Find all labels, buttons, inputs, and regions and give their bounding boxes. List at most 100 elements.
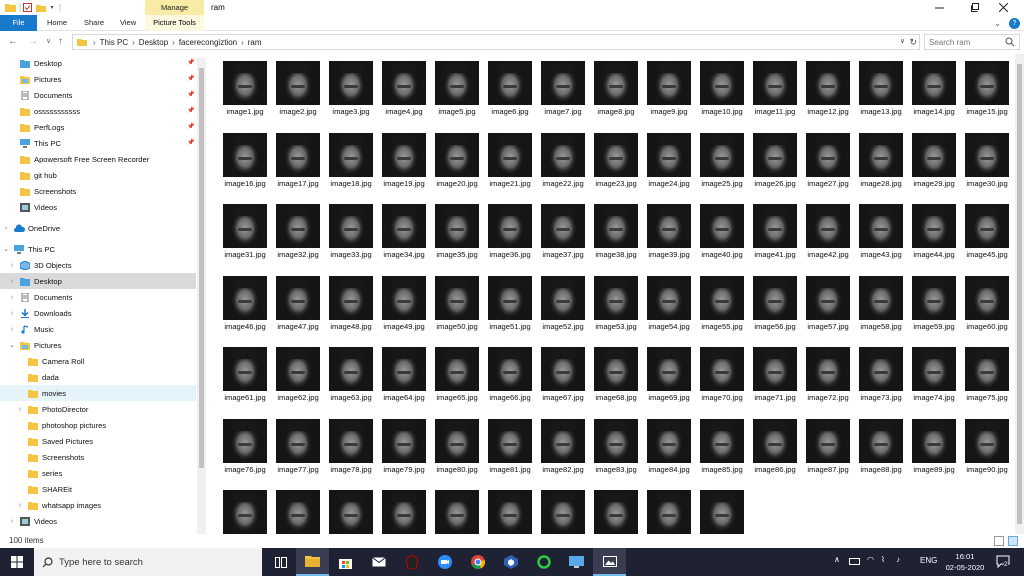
file-tile[interactable]: image22.jpg xyxy=(537,127,589,197)
file-tile[interactable]: image66.jpg xyxy=(484,341,536,411)
circle-app-icon[interactable] xyxy=(527,548,560,576)
manage-tab[interactable]: Manage xyxy=(145,0,204,15)
tab-picture-tools[interactable]: Picture Tools xyxy=(145,15,204,31)
file-tile[interactable]: image95.jpg xyxy=(431,484,483,534)
recent-locations-icon[interactable]: ∨ xyxy=(46,33,51,51)
file-tile[interactable]: image2.jpg xyxy=(272,55,324,125)
file-tile[interactable]: image99.jpg xyxy=(643,484,695,534)
file-tile[interactable]: image5.jpg xyxy=(431,55,483,125)
file-tile[interactable]: image92.jpg xyxy=(272,484,324,534)
file-tile[interactable]: image59.jpg xyxy=(908,270,960,340)
store-icon[interactable] xyxy=(329,548,362,576)
chevron-down-icon[interactable]: ⌄ xyxy=(8,341,16,349)
file-tile[interactable]: image70.jpg xyxy=(696,341,748,411)
file-tile[interactable]: image12.jpg xyxy=(802,55,854,125)
large-icons-view-icon[interactable] xyxy=(1008,536,1018,546)
nav-item-screenshots[interactable]: Screenshots xyxy=(0,449,196,465)
file-tile[interactable]: image35.jpg xyxy=(431,198,483,268)
nav-item-documents[interactable]: › Documents xyxy=(0,289,196,305)
file-tile[interactable]: image14.jpg xyxy=(908,55,960,125)
chevron-right-icon[interactable]: › xyxy=(8,294,16,301)
file-tile[interactable]: image13.jpg xyxy=(855,55,907,125)
file-tile[interactable]: image72.jpg xyxy=(802,341,854,411)
file-tile[interactable]: image91.jpg xyxy=(219,484,271,534)
file-tile[interactable]: image27.jpg xyxy=(802,127,854,197)
file-tile[interactable]: image42.jpg xyxy=(802,198,854,268)
file-tile[interactable]: image33.jpg xyxy=(325,198,377,268)
file-tile[interactable]: image16.jpg xyxy=(219,127,271,197)
nav-item-downloads[interactable]: › Downloads xyxy=(0,305,196,321)
breadcrumb-separator[interactable]: › xyxy=(93,38,96,47)
nav-item-photodirector[interactable]: › PhotoDirector xyxy=(0,401,196,417)
file-tile[interactable]: image68.jpg xyxy=(590,341,642,411)
file-tile[interactable]: image98.jpg xyxy=(590,484,642,534)
file-tile[interactable]: image46.jpg xyxy=(219,270,271,340)
chevron-right-icon[interactable]: › xyxy=(8,310,16,317)
chevron-right-icon[interactable]: › xyxy=(16,406,24,413)
file-tile[interactable]: image81.jpg xyxy=(484,413,536,483)
file-tile[interactable]: image40.jpg xyxy=(696,198,748,268)
file-tile[interactable]: image23.jpg xyxy=(590,127,642,197)
nav-item-series[interactable]: series xyxy=(0,465,196,481)
file-tile[interactable]: image47.jpg xyxy=(272,270,324,340)
photos-icon[interactable] xyxy=(593,548,626,576)
nav-item-pictures[interactable]: Pictures 📌 xyxy=(0,71,196,87)
nav-item-desktop[interactable]: › Desktop xyxy=(0,273,196,289)
network-icon[interactable]: ◠ xyxy=(867,555,874,564)
file-tile[interactable]: image90.jpg xyxy=(961,413,1013,483)
file-tile[interactable]: image48.jpg xyxy=(325,270,377,340)
file-tile[interactable]: image10.jpg xyxy=(696,55,748,125)
chevron-right-icon[interactable]: › xyxy=(8,278,16,285)
nav-item-videos[interactable]: Videos xyxy=(0,199,196,215)
file-tile[interactable]: image94.jpg xyxy=(378,484,430,534)
breadcrumb-separator[interactable]: › xyxy=(241,38,244,47)
up-arrow-icon[interactable]: ↑ xyxy=(58,33,63,51)
virtualbox-icon[interactable] xyxy=(494,548,527,576)
file-tile[interactable]: image38.jpg xyxy=(590,198,642,268)
chevron-right-icon[interactable]: › xyxy=(8,518,16,525)
file-tile[interactable]: image93.jpg xyxy=(325,484,377,534)
file-tile[interactable]: image51.jpg xyxy=(484,270,536,340)
chrome-icon[interactable] xyxy=(461,548,494,576)
mail-icon[interactable] xyxy=(362,548,395,576)
nav-item-camera-roll[interactable]: Camera Roll xyxy=(0,353,196,369)
nav-item-this-pc[interactable]: ⌄ This PC xyxy=(0,241,196,257)
file-tile[interactable]: image69.jpg xyxy=(643,341,695,411)
clock[interactable]: 16:01 02-05-2020 xyxy=(940,551,990,573)
nav-item-pictures[interactable]: ⌄ Pictures xyxy=(0,337,196,353)
details-view-icon[interactable] xyxy=(994,536,1004,546)
file-tile[interactable]: image4.jpg xyxy=(378,55,430,125)
file-tile[interactable]: image82.jpg xyxy=(537,413,589,483)
file-tile[interactable]: image75.jpg xyxy=(961,341,1013,411)
file-tile[interactable]: image39.jpg xyxy=(643,198,695,268)
taskbar-search-input[interactable]: Type here to search xyxy=(34,548,262,576)
notification-icon[interactable]: 2 xyxy=(996,554,1010,569)
breadcrumb-separator[interactable]: › xyxy=(172,38,175,47)
file-tile[interactable]: image1.jpg xyxy=(219,55,271,125)
task-view-icon[interactable] xyxy=(264,548,297,576)
breadcrumb-this-pc[interactable]: This PC xyxy=(100,38,128,47)
chevron-up-icon[interactable]: ∧ xyxy=(834,555,840,564)
file-tile[interactable]: image31.jpg xyxy=(219,198,271,268)
nav-item-whatsapp-images[interactable]: › whatsapp images xyxy=(0,497,196,513)
file-tile[interactable]: image15.jpg xyxy=(961,55,1013,125)
windows-start-icon[interactable] xyxy=(0,548,34,576)
expand-ribbon-icon[interactable]: ⌄ xyxy=(994,19,1001,28)
file-tile[interactable]: image53.jpg xyxy=(590,270,642,340)
breadcrumb-separator[interactable]: › xyxy=(132,38,135,47)
file-tile[interactable]: image85.jpg xyxy=(696,413,748,483)
file-tile[interactable]: image6.jpg xyxy=(484,55,536,125)
file-tile[interactable]: image37.jpg xyxy=(537,198,589,268)
file-tile[interactable]: image26.jpg xyxy=(749,127,801,197)
file-tile[interactable]: image11.jpg xyxy=(749,55,801,125)
nav-item-apowersoft-free-screen-recorder[interactable]: Apowersoft Free Screen Recorder xyxy=(0,151,196,167)
zoom-icon[interactable] xyxy=(428,548,461,576)
nav-item-onedrive[interactable]: › OneDrive xyxy=(0,220,196,236)
file-tile[interactable]: image86.jpg xyxy=(749,413,801,483)
file-tile[interactable]: image88.jpg xyxy=(855,413,907,483)
file-tile[interactable]: image19.jpg xyxy=(378,127,430,197)
file-tile[interactable]: image20.jpg xyxy=(431,127,483,197)
back-arrow-icon[interactable]: ← xyxy=(8,33,18,51)
nav-item-screenshots[interactable]: Screenshots xyxy=(0,183,196,199)
file-tile[interactable]: image56.jpg xyxy=(749,270,801,340)
